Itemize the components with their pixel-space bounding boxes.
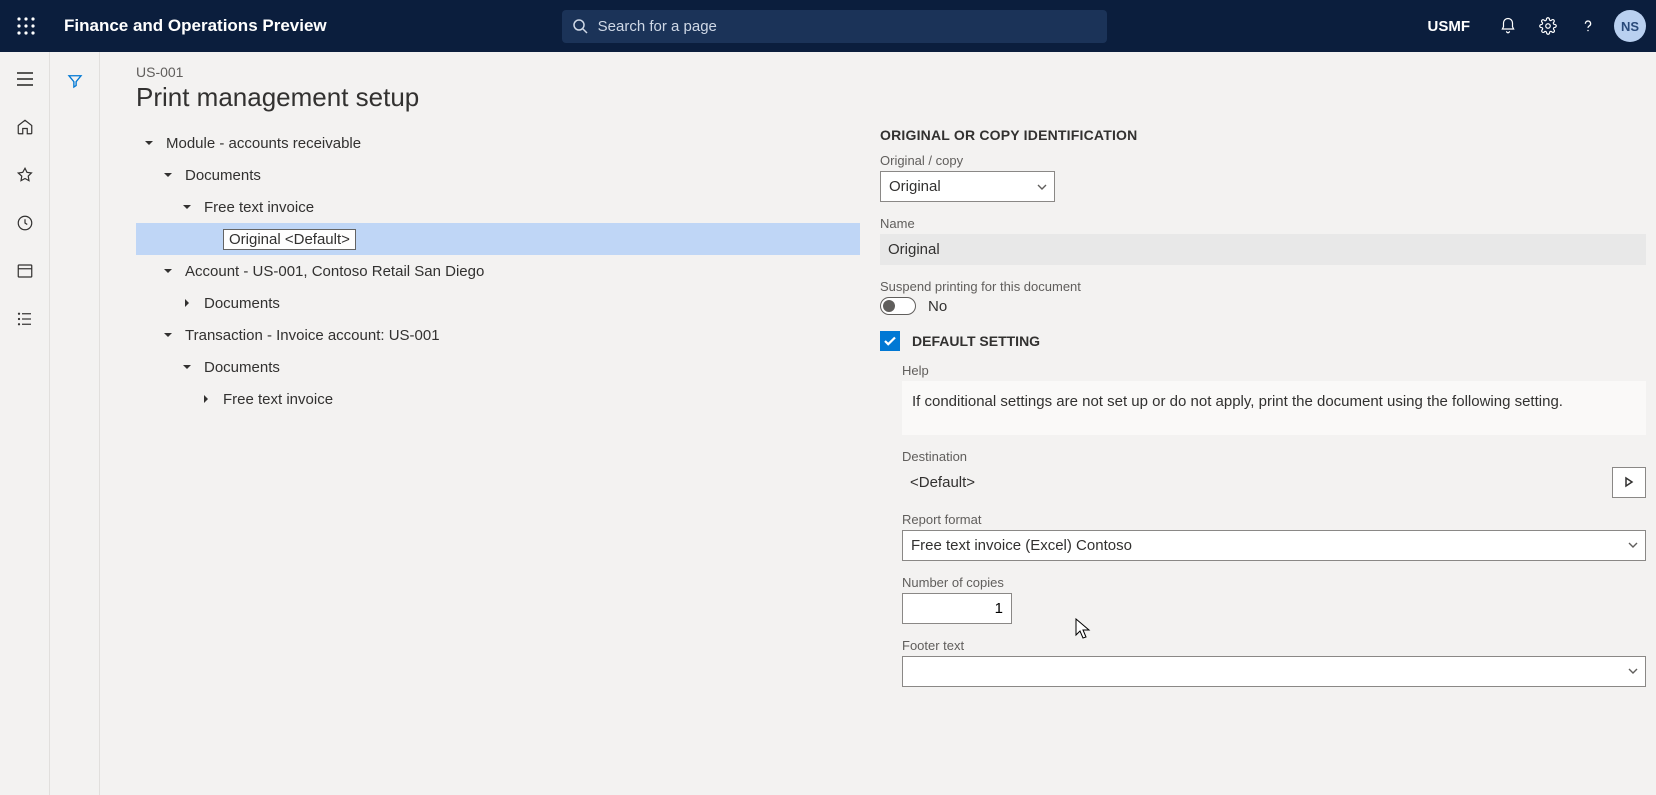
chevron-down-icon	[1627, 539, 1639, 551]
tree-node-label: Documents	[185, 167, 261, 184]
hamburger-icon[interactable]	[5, 62, 45, 96]
suspend-toggle[interactable]	[880, 297, 916, 315]
tree-node-account-documents[interactable]: Documents	[136, 287, 860, 319]
help-text: If conditional settings are not set up o…	[902, 381, 1646, 435]
tree-panel: Module - accounts receivable Documents F…	[136, 127, 870, 795]
dropdown-report-format[interactable]: Free text invoice (Excel) Contoso	[902, 530, 1646, 561]
tree-node-label: Free text invoice	[204, 199, 314, 216]
tree-node-label: Documents	[204, 295, 280, 312]
tree-node-transaction[interactable]: Transaction - Invoice account: US-001	[136, 319, 860, 351]
label-destination: Destination	[902, 449, 1646, 464]
caret-down-icon	[161, 264, 175, 278]
help-icon[interactable]	[1568, 0, 1608, 52]
tree-node-label: Original <Default>	[223, 229, 356, 250]
caret-down-icon	[142, 136, 156, 150]
notifications-icon[interactable]	[1488, 0, 1528, 52]
main-shell: US-001 Print management setup Module - a…	[0, 52, 1656, 795]
dropdown-original-copy[interactable]: Original	[880, 171, 1055, 202]
caret-spacer	[199, 232, 213, 246]
tree-node-label: Documents	[204, 359, 280, 376]
global-search-input[interactable]: Search for a page	[562, 10, 1107, 43]
caret-down-icon	[180, 360, 194, 374]
workspaces-icon[interactable]	[5, 254, 45, 288]
section-heading-identification: ORIGINAL OR COPY IDENTIFICATION	[880, 127, 1646, 143]
tree-node-module[interactable]: Module - accounts receivable	[136, 127, 860, 159]
user-avatar[interactable]: NS	[1614, 10, 1646, 42]
filter-icon[interactable]	[58, 64, 92, 98]
destination-field: <Default>	[902, 467, 1604, 498]
caret-down-icon	[180, 200, 194, 214]
favorites-icon[interactable]	[5, 158, 45, 192]
tree-node-label: Transaction - Invoice account: US-001	[185, 327, 440, 344]
caret-down-icon	[161, 168, 175, 182]
name-field: Original	[880, 234, 1646, 265]
label-help: Help	[902, 363, 1646, 378]
brand-title: Finance and Operations Preview	[64, 16, 327, 36]
label-suspend: Suspend printing for this document	[880, 279, 1646, 294]
dropdown-value: Original	[889, 178, 941, 195]
default-setting-checkbox[interactable]	[880, 331, 900, 351]
destination-action-button[interactable]	[1612, 467, 1646, 498]
label-num-copies: Number of copies	[902, 575, 1646, 590]
form-panel: ORIGINAL OR COPY IDENTIFICATION Original…	[870, 127, 1656, 795]
tree-node-account[interactable]: Account - US-001, Contoso Retail San Die…	[136, 255, 860, 287]
label-original-copy: Original / copy	[880, 153, 1646, 168]
tree-node-transaction-fti[interactable]: Free text invoice	[136, 383, 860, 415]
page-content: US-001 Print management setup Module - a…	[100, 52, 1656, 795]
app-launcher-icon[interactable]	[8, 8, 44, 44]
legal-entity-selector[interactable]: USMF	[1428, 18, 1471, 35]
label-footer-text: Footer text	[902, 638, 1646, 653]
secondary-rail	[50, 52, 100, 795]
dropdown-footer-text[interactable]	[902, 656, 1646, 687]
page-title: Print management setup	[136, 82, 1656, 113]
search-placeholder-text: Search for a page	[598, 18, 717, 35]
modules-icon[interactable]	[5, 302, 45, 336]
tree-node-documents[interactable]: Documents	[136, 159, 860, 191]
tree-node-label: Free text invoice	[223, 391, 333, 408]
settings-icon[interactable]	[1528, 0, 1568, 52]
tree-node-label: Module - accounts receivable	[166, 135, 361, 152]
home-icon[interactable]	[5, 110, 45, 144]
chevron-down-icon	[1036, 181, 1048, 193]
breadcrumb-id: US-001	[136, 64, 1656, 80]
label-name: Name	[880, 216, 1646, 231]
caret-right-icon	[180, 296, 194, 310]
num-copies-input[interactable]	[902, 593, 1012, 624]
tree-node-transaction-documents[interactable]: Documents	[136, 351, 860, 383]
dropdown-value: Free text invoice (Excel) Contoso	[911, 537, 1132, 554]
label-report-format: Report format	[902, 512, 1646, 527]
global-header: Finance and Operations Preview Search fo…	[0, 0, 1656, 52]
caret-right-icon	[199, 392, 213, 406]
tree-node-label: Account - US-001, Contoso Retail San Die…	[185, 263, 484, 280]
chevron-down-icon	[1627, 665, 1639, 677]
suspend-toggle-value: No	[928, 298, 947, 315]
global-nav-rail	[0, 52, 50, 795]
recent-icon[interactable]	[5, 206, 45, 240]
section-heading-default-setting: DEFAULT SETTING	[912, 333, 1040, 349]
tree-node-free-text-invoice[interactable]: Free text invoice	[136, 191, 860, 223]
caret-down-icon	[161, 328, 175, 342]
tree-node-original-default[interactable]: Original <Default>	[136, 223, 860, 255]
